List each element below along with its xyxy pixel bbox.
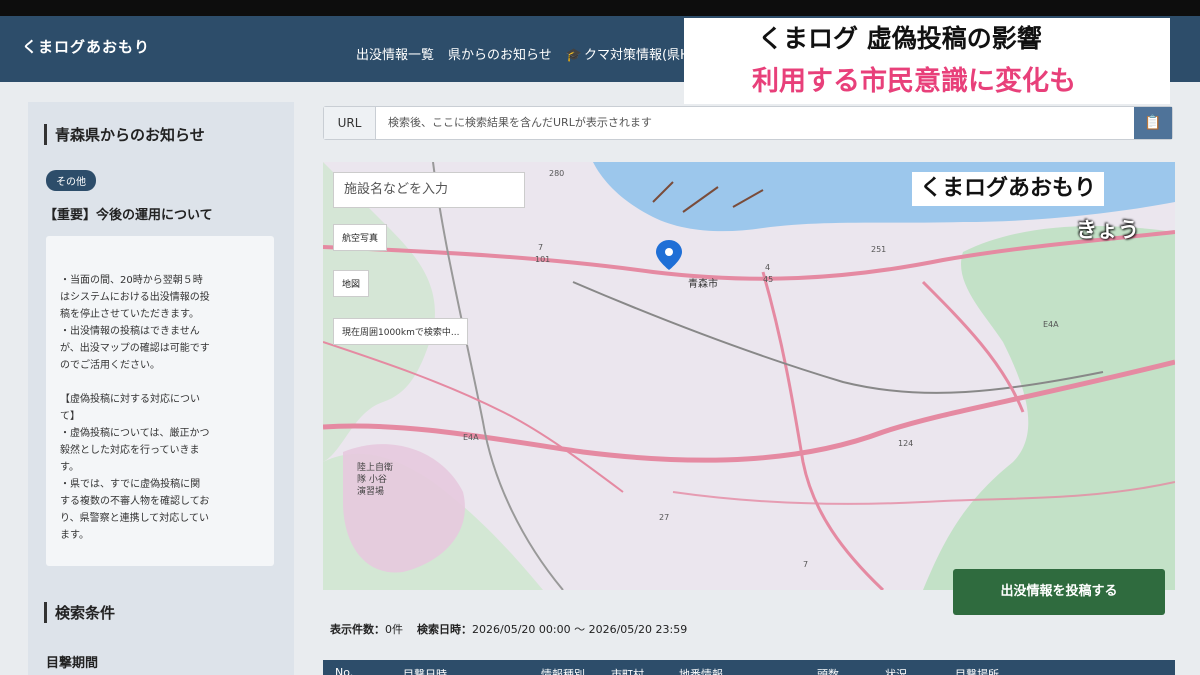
- route-label: E4A: [463, 433, 479, 442]
- notice-paragraph: ・虚偽投稿については、厳正かつ 毅然とした対応を行っていきま す。: [60, 428, 210, 473]
- news-source-caption: くまログあおもり: [912, 172, 1105, 206]
- count-value: 0件: [385, 623, 403, 636]
- aerial-photo-button[interactable]: 航空写真: [333, 224, 388, 251]
- route-label: 7: [803, 560, 808, 569]
- notice-paragraph: ・県では、すでに虚偽投稿に関 する複数の不審人物を確認してお り、県警察と連携し…: [60, 479, 210, 541]
- facility-search-input[interactable]: 施設名などを入力: [333, 172, 525, 208]
- map-city-label: 青森市: [688, 277, 718, 290]
- route-label: 27: [659, 513, 669, 522]
- news-headline-1: くまログ 虚偽投稿の影響: [684, 18, 1170, 60]
- route-label: 7: [538, 243, 543, 252]
- main-nav: 出没情報一覧 県からのお知らせ 🎓 クマ対策情報(県HP): [356, 44, 703, 63]
- monitor-bezel: [0, 0, 1200, 16]
- column-header[interactable]: 情報種別: [541, 666, 585, 675]
- notice-body: ・当面の間、20時から翌朝５時 はシステムにおける出没情報の投 稿を停止させてい…: [46, 236, 274, 566]
- search-status: 現在周囲1000kmで検索中...: [333, 318, 469, 345]
- news-headline-2: 利用する市民意識に変化も: [684, 60, 1170, 104]
- search-conditions-title: 検索条件: [44, 602, 115, 623]
- post-sighting-button[interactable]: 出没情報を投稿する: [953, 569, 1165, 615]
- nav-pref-notices[interactable]: 県からのお知らせ: [448, 44, 552, 63]
- map-area-line: 陸上自衛: [357, 461, 393, 473]
- route-label: 124: [898, 439, 913, 448]
- column-header[interactable]: No.: [335, 666, 353, 675]
- news-date-caption: きょう: [1076, 218, 1139, 242]
- route-label: 45: [763, 275, 773, 284]
- notice-paragraph: 【虚偽投稿に対する対応につい て】: [60, 394, 200, 422]
- category-badge: その他: [46, 170, 96, 191]
- results-table-header: No. 目撃日時 情報種別 市町村 地番情報 頭数 状況 目撃場所: [323, 660, 1175, 675]
- url-label: URL: [324, 107, 376, 139]
- column-header[interactable]: 頭数: [817, 666, 839, 675]
- route-label: 280: [549, 169, 564, 178]
- graduation-cap-icon: 🎓: [565, 48, 582, 63]
- route-label: 101: [535, 255, 550, 264]
- map-view-button[interactable]: 地図: [333, 270, 370, 297]
- copy-button[interactable]: 📋: [1134, 107, 1172, 139]
- notice-title[interactable]: 【重要】今後の運用について: [44, 204, 213, 223]
- notice-paragraph: ・出没情報の投稿はできません が、出没マップの確認は可能です のでご活用ください…: [60, 326, 210, 371]
- column-header[interactable]: 市町村: [611, 666, 644, 675]
- notice-paragraph: ・当面の間、20時から翌朝５時 はシステムにおける出没情報の投 稿を停止させてい…: [60, 275, 210, 320]
- map-area-line: 演習場: [357, 485, 384, 497]
- column-header[interactable]: 目撃場所: [955, 666, 999, 675]
- route-label: 251: [871, 245, 886, 254]
- column-header[interactable]: 地番情報: [679, 666, 723, 675]
- sidebar: 青森県からのお知らせ その他 【重要】今後の運用について ・当面の間、20時から…: [28, 102, 294, 675]
- count-label: 表示件数：: [330, 623, 385, 636]
- column-header[interactable]: 状況: [885, 666, 907, 675]
- datetime-value: 2026/05/20 00:00 ～ 2026/05/20 23:59: [472, 623, 688, 636]
- route-label: E4A: [1043, 320, 1059, 329]
- nav-sightings-list[interactable]: 出没情報一覧: [356, 44, 434, 63]
- nav-bear-measures[interactable]: 🎓 クマ対策情報(県HP): [566, 44, 703, 63]
- url-field[interactable]: 検索後、ここに検索結果を含んだURLが表示されます: [388, 107, 652, 139]
- route-label: 4: [765, 263, 770, 272]
- sidebar-title: 青森県からのお知らせ: [44, 124, 205, 145]
- site-brand[interactable]: くまログあおもり: [22, 36, 150, 57]
- sighting-period-label: 目撃期間: [46, 652, 272, 675]
- datetime-label: 検索日時：: [417, 623, 472, 636]
- results-meta: 表示件数：0件 検索日時：2026/05/20 00:00 ～ 2026/05/…: [330, 621, 687, 637]
- map-area-line: 隊 小谷: [357, 473, 387, 485]
- column-header[interactable]: 目撃日時: [403, 666, 447, 675]
- sightings-map[interactable]: 青森市 陸上自衛 隊 小谷 演習場 280 7 101 4 45 251 E4A…: [323, 162, 1175, 590]
- clipboard-icon: 📋: [1144, 115, 1162, 131]
- map-canvas[interactable]: 青森市 陸上自衛 隊 小谷 演習場 280 7 101 4 45 251 E4A…: [323, 162, 1175, 590]
- url-bar: URL 検索後、ここに検索結果を含んだURLが表示されます 📋: [323, 106, 1173, 140]
